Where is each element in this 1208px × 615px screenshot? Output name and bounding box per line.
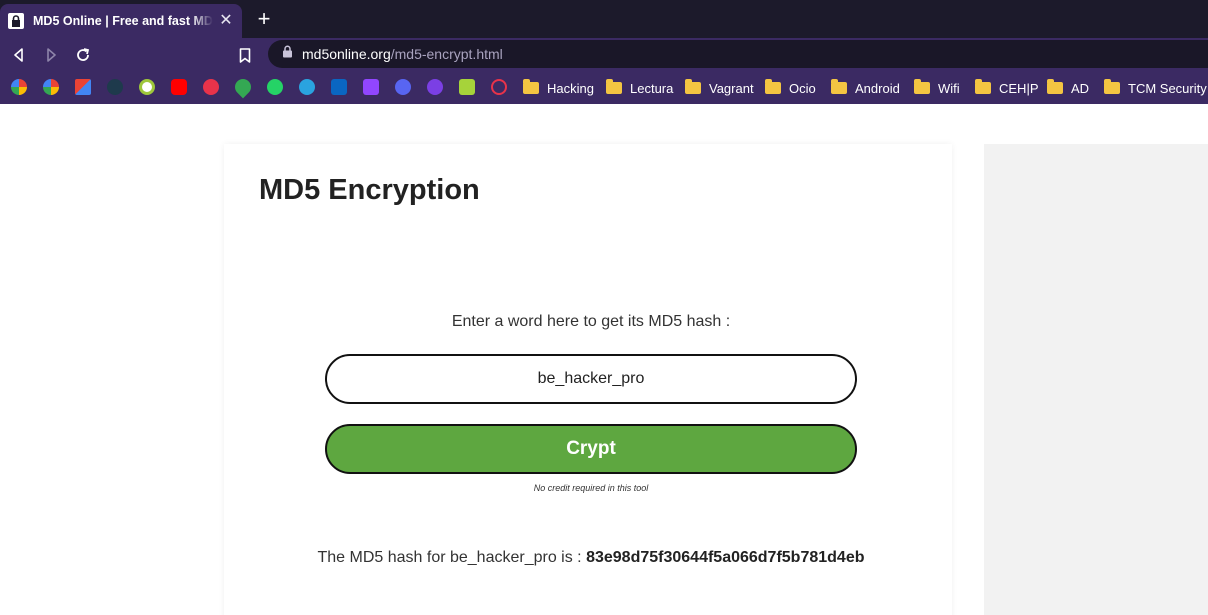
bookmark-folder-vagrant[interactable]: Vagrant (685, 78, 754, 98)
input-prompt: Enter a word here to get its MD5 hash : (451, 313, 731, 330)
folder-icon (523, 79, 539, 94)
folder-icon (831, 79, 847, 94)
new-tab-icon[interactable]: + (254, 8, 274, 30)
gmail-icon[interactable] (75, 79, 91, 95)
bug-bounty-icon[interactable] (203, 79, 219, 95)
lock-favicon-icon (8, 13, 24, 29)
word-input[interactable] (325, 354, 857, 404)
bookmark-folder-tcm-security[interactable]: TCM Security (1104, 78, 1207, 98)
folder-icon (1047, 79, 1063, 94)
result-prefix: The MD5 hash for be_hacker_pro is : (317, 549, 582, 566)
linkedin-icon[interactable] (331, 79, 347, 95)
qualys-icon[interactable] (139, 79, 155, 95)
result-hash: 83e98d75f30644f5a066d7f5b781d4eb (586, 549, 865, 566)
discord-icon[interactable] (395, 79, 411, 95)
result-line: The MD5 hash for be_hacker_pro is : 83e9… (224, 549, 958, 567)
bookmark-folder-ad[interactable]: AD (1047, 78, 1089, 98)
folder-icon (975, 79, 991, 94)
lock-icon[interactable] (282, 45, 293, 63)
reload-icon[interactable] (72, 44, 94, 66)
bookmark-folder-wifi[interactable]: Wifi (914, 78, 960, 98)
proton-icon[interactable] (427, 79, 443, 95)
cube-icon[interactable] (459, 79, 475, 95)
bookmark-folder-hacking[interactable]: Hacking (523, 78, 594, 98)
tab-strip: MD5 Online | Free and fast MD5 encryptio… (0, 0, 1208, 38)
whatsapp-icon[interactable] (267, 79, 283, 95)
folder-icon (606, 79, 622, 94)
bookmarks-bar: Hacking Lectura Vagrant Ocio Android Wif… (0, 71, 1208, 104)
scissors-icon[interactable] (491, 79, 507, 95)
tab-title: MD5 Online | Free and fast MD5 encryptio… (33, 14, 213, 28)
folder-icon (1104, 79, 1120, 94)
bookmark-star-icon[interactable] (234, 44, 256, 66)
hackthebox-icon[interactable] (107, 79, 123, 95)
google-icon[interactable] (43, 79, 59, 95)
credit-note: No credit required in this tool (533, 483, 649, 493)
google-icon[interactable] (11, 79, 27, 95)
folder-icon (765, 79, 781, 94)
page-content: MD5 Encryption Enter a word here to get … (0, 104, 1208, 615)
bookmark-folder-ocio[interactable]: Ocio (765, 78, 816, 98)
address-bar[interactable]: md5online.org/md5-encrypt.html (268, 40, 1208, 68)
folder-icon (685, 79, 701, 94)
bookmark-folder-cehp[interactable]: CEH|P (975, 78, 1039, 98)
bookmark-folder-android[interactable]: Android (831, 78, 900, 98)
google-maps-icon[interactable] (231, 75, 255, 99)
close-tab-icon[interactable]: ✕ (218, 13, 234, 29)
crypt-button[interactable]: Crypt (325, 424, 857, 474)
url-path: /md5-encrypt.html (390, 46, 503, 62)
back-icon[interactable] (8, 44, 30, 66)
url-host: md5online.org (302, 46, 391, 62)
twitch-icon[interactable] (363, 79, 379, 95)
folder-icon (914, 79, 930, 94)
page-title: MD5 Encryption (259, 174, 480, 206)
youtube-icon[interactable] (171, 79, 187, 95)
bookmark-folder-lectura[interactable]: Lectura (606, 78, 673, 98)
forward-icon[interactable] (40, 44, 62, 66)
telegram-icon[interactable] (299, 79, 315, 95)
encrypt-card: MD5 Encryption Enter a word here to get … (224, 144, 952, 615)
browser-tab[interactable]: MD5 Online | Free and fast MD5 encryptio… (0, 4, 242, 38)
sidebar-ad-panel (984, 144, 1208, 615)
